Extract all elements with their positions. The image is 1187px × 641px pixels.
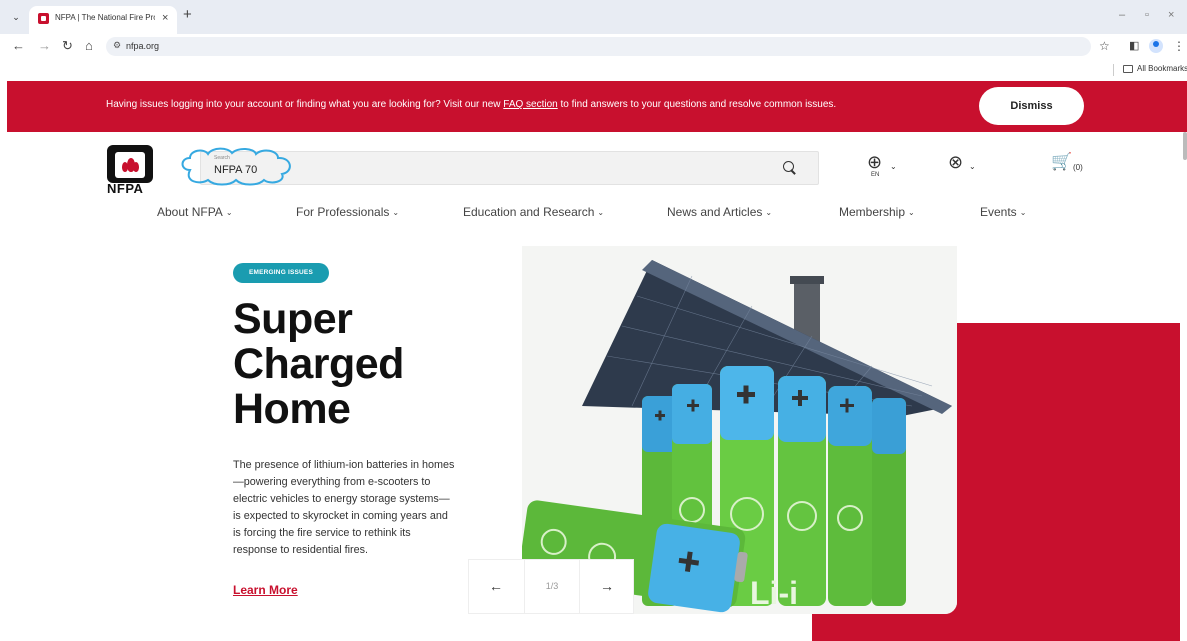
bookmarks-bar: All Bookmarks	[0, 60, 1187, 80]
dismiss-button[interactable]: Dismiss	[979, 87, 1084, 125]
tab-title: NFPA | The National Fire Protec	[55, 13, 155, 22]
browser-toolbar: ← → ↻ ⌂ ⚙ nfpa.org ☆ ◧ ⋮	[0, 34, 1187, 60]
nav-membership[interactable]: Membership ⌄	[839, 205, 915, 219]
nav-education-research[interactable]: Education and Research ⌄	[463, 205, 604, 219]
bookmarks-divider	[1113, 64, 1114, 76]
bookmark-star-icon[interactable]: ☆	[1099, 38, 1110, 54]
alert-banner: Having issues logging into your account …	[7, 81, 1187, 132]
restore-icon[interactable]: ▫	[1145, 9, 1149, 21]
battery-label: Li-i	[750, 575, 798, 611]
chevron-down-icon[interactable]: ⌄	[969, 162, 976, 171]
nfpa-favicon-icon	[38, 13, 49, 24]
hero-title-line: Super	[233, 295, 353, 343]
alert-text-before: Having issues logging into your account …	[106, 99, 504, 110]
url-text[interactable]: nfpa.org	[126, 41, 159, 51]
nav-events[interactable]: Events ⌄	[980, 205, 1026, 219]
nav-label: News and Articles	[667, 205, 763, 219]
learn-more-link[interactable]: Learn More	[233, 583, 298, 597]
all-bookmarks-link[interactable]: All Bookmarks	[1137, 64, 1187, 73]
chevron-down-icon[interactable]: ⌄	[890, 162, 897, 171]
globe-icon[interactable]: ⊕	[867, 152, 882, 172]
new-tab-button[interactable]: +	[183, 7, 192, 23]
chevron-down-icon: ⌄	[597, 208, 605, 217]
close-window-icon[interactable]: ×	[1168, 9, 1174, 21]
nav-label: Events	[980, 205, 1017, 219]
cart-icon[interactable]: 🛒	[1051, 152, 1072, 172]
faq-section-link[interactable]: FAQ section	[503, 99, 557, 110]
carousel-prev-button[interactable]: ←	[486, 578, 506, 594]
side-panel-icon[interactable]: ◧	[1129, 38, 1139, 54]
nav-label: Membership	[839, 205, 906, 219]
hero-title-line: Home	[233, 385, 351, 433]
annotation-cloud-highlight	[181, 147, 291, 186]
hero-title-line: Charged	[233, 340, 404, 388]
forward-arrow-icon[interactable]: →	[38, 38, 51, 54]
minimize-icon[interactable]: –	[1119, 9, 1125, 21]
alert-message: Having issues logging into your account …	[106, 99, 966, 110]
profile-avatar-icon[interactable]	[1149, 39, 1163, 53]
carousel-page-indicator: 1/3	[524, 560, 580, 613]
chevron-down-icon: ⌄	[225, 208, 233, 217]
address-bar[interactable]: ⚙ nfpa.org	[106, 37, 1091, 56]
hero-body: The presence of lithium-ion batteries in…	[233, 459, 455, 556]
browser-tab-strip: ⌄ NFPA | The National Fire Protec × + – …	[0, 0, 1187, 34]
nav-label: Education and Research	[463, 205, 595, 219]
language-code[interactable]: EN	[871, 172, 879, 178]
account-icon[interactable]: ⊗	[948, 152, 963, 172]
chevron-down-icon: ⌄	[392, 208, 400, 217]
browser-menu-icon[interactable]: ⋮	[1173, 38, 1185, 54]
flame-icon	[133, 162, 139, 172]
emerging-issues-badge[interactable]: EMERGING ISSUES	[233, 263, 329, 283]
alert-text-after: to find answers to your questions and re…	[557, 99, 837, 110]
site-info-icon[interactable]: ⚙	[113, 40, 121, 51]
chevron-down-icon: ⌄	[908, 208, 915, 217]
nav-for-professionals[interactable]: For Professionals ⌄	[296, 205, 399, 219]
bookmarks-folder-icon[interactable]	[1123, 65, 1133, 73]
back-arrow-icon[interactable]: ←	[12, 38, 25, 54]
nav-news-articles[interactable]: News and Articles ⌄	[667, 205, 772, 219]
logo-mark	[107, 145, 153, 183]
page-scrollbar-thumb[interactable]	[1183, 132, 1187, 160]
browser-tab[interactable]: NFPA | The National Fire Protec ×	[29, 6, 177, 34]
nav-about-nfpa[interactable]: About NFPA ⌄	[157, 205, 233, 219]
chevron-down-icon: ⌄	[1019, 208, 1027, 217]
nav-label: For Professionals	[296, 205, 390, 219]
hero-title: Super Charged Home	[233, 297, 473, 432]
chevron-down-icon: ⌄	[765, 208, 773, 217]
carousel-next-button[interactable]: →	[597, 578, 617, 594]
tab-close-icon[interactable]: ×	[162, 12, 168, 24]
home-icon[interactable]: ⌂	[85, 38, 93, 54]
cart-count[interactable]: (0)	[1073, 163, 1083, 172]
reload-icon[interactable]: ↻	[62, 38, 73, 54]
search-icon[interactable]	[782, 160, 798, 176]
logo-wordmark: NFPA	[107, 181, 144, 196]
tab-search-dropdown-icon[interactable]: ⌄	[8, 9, 24, 25]
nfpa-logo[interactable]: NFPA	[107, 145, 153, 196]
nav-label: About NFPA	[157, 205, 223, 219]
carousel-pager: ← 1/3 →	[468, 559, 634, 614]
logo-inner	[115, 152, 145, 178]
